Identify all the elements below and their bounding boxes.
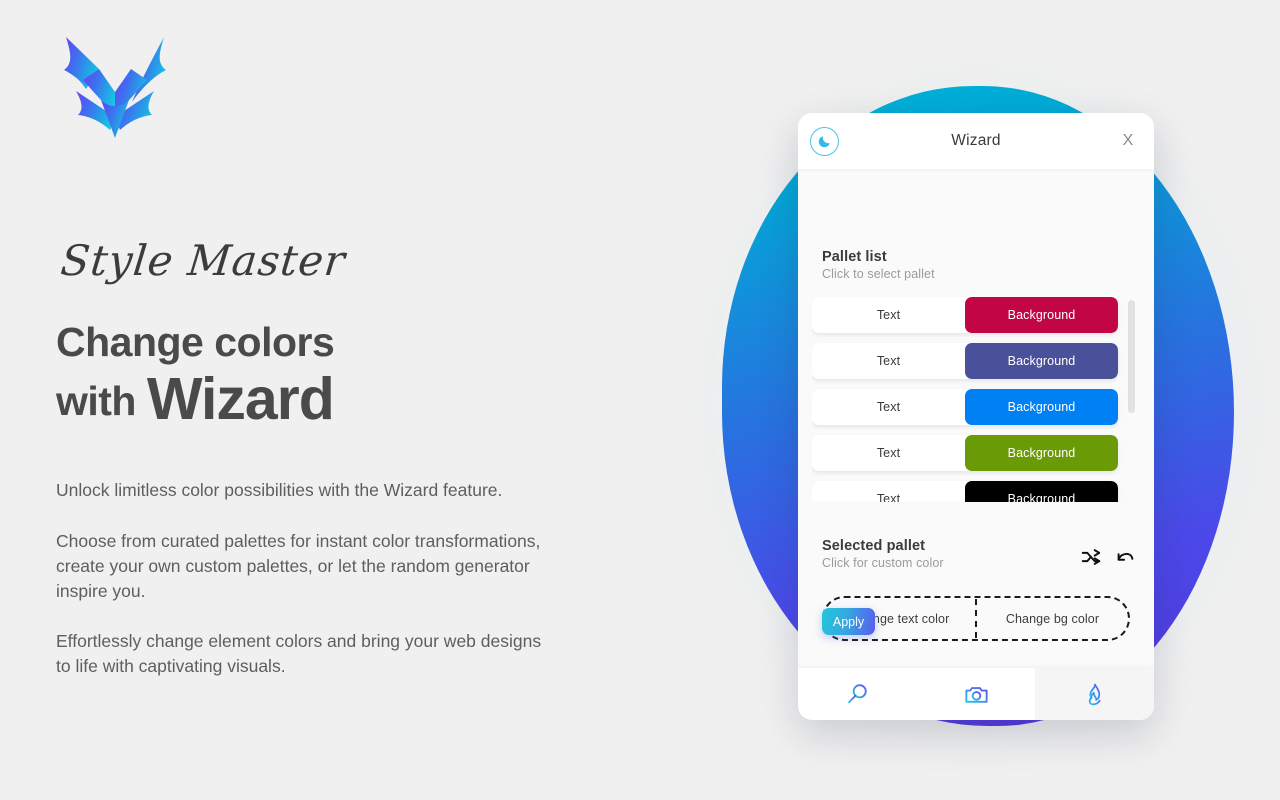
moon-icon[interactable]	[810, 126, 839, 156]
pallet-text-swatch[interactable]: Text	[812, 297, 965, 333]
close-icon[interactable]: X	[1119, 133, 1137, 149]
selected-pallet-header: Selected pallet Click for custom color	[822, 538, 944, 570]
pallet-row[interactable]: Text Background	[812, 297, 1118, 333]
description-paragraph-3: Effortlessly change element colors and b…	[56, 631, 542, 677]
change-bg-color-button[interactable]: Change bg color	[977, 598, 1128, 639]
apply-button[interactable]: Apply	[822, 608, 875, 635]
tab-camera[interactable]	[917, 668, 1036, 720]
tab-search[interactable]	[798, 668, 917, 720]
pallet-list-subtitle: Click to select pallet	[822, 267, 935, 281]
pallet-row[interactable]: Text Background	[812, 481, 1118, 502]
bottom-tab-bar	[798, 668, 1154, 720]
pallet-bg-swatch[interactable]: Background	[965, 481, 1118, 502]
page-title: Change colors with Wizard	[56, 320, 586, 432]
pallet-text-swatch[interactable]: Text	[812, 343, 965, 379]
tab-flame[interactable]	[1035, 668, 1154, 720]
pallet-list-header: Pallet list Click to select pallet	[822, 249, 935, 281]
pallet-bg-swatch[interactable]: Background	[965, 297, 1118, 333]
undo-icon[interactable]	[1114, 546, 1136, 568]
hero-copy: Style Master Change colors with Wizard U…	[56, 236, 586, 679]
selected-pallet-subtitle: Click for custom color	[822, 556, 944, 570]
description-paragraph-1: Unlock limitless color possibilities wit…	[56, 479, 503, 500]
brand-logo	[50, 22, 180, 154]
headline-line-1: Change colors	[56, 319, 335, 365]
pallet-list-scroll-area[interactable]: Text Background Text Background Text Backgrou…	[812, 297, 1140, 502]
panel-body: Pallet list Click to select pallet Text B…	[798, 169, 1154, 668]
headline-with: with	[56, 378, 147, 425]
panel-header: Wizard X	[798, 113, 1154, 169]
panel-title: Wizard	[951, 132, 1001, 149]
selected-pallet-title: Selected pallet	[822, 538, 926, 554]
description-paragraph-2: Choose from curated palettes for instant…	[56, 530, 541, 601]
scrollbar-thumb[interactable]	[1128, 300, 1135, 413]
shuffle-icon[interactable]	[1080, 546, 1102, 568]
headline-line-2: with Wizard	[56, 366, 586, 433]
pallet-list: Text Background Text Background Text Backgrou…	[812, 297, 1140, 502]
pallet-list-title: Pallet list	[822, 249, 887, 265]
pallet-text-swatch[interactable]: Text	[812, 389, 965, 425]
script-title: Style Master	[58, 236, 349, 285]
pallet-row[interactable]: Text Background	[812, 435, 1118, 471]
pallet-bg-swatch[interactable]: Background	[965, 343, 1118, 379]
pallet-bg-swatch[interactable]: Background	[965, 435, 1118, 471]
pallet-row[interactable]: Text Background	[812, 343, 1118, 379]
pallet-row[interactable]: Text Background	[812, 389, 1118, 425]
headline-wizard: Wizard	[146, 366, 335, 433]
pallet-bg-swatch[interactable]: Background	[965, 389, 1118, 425]
pallet-text-swatch[interactable]: Text	[812, 435, 965, 471]
pallet-text-swatch[interactable]: Text	[812, 481, 965, 502]
